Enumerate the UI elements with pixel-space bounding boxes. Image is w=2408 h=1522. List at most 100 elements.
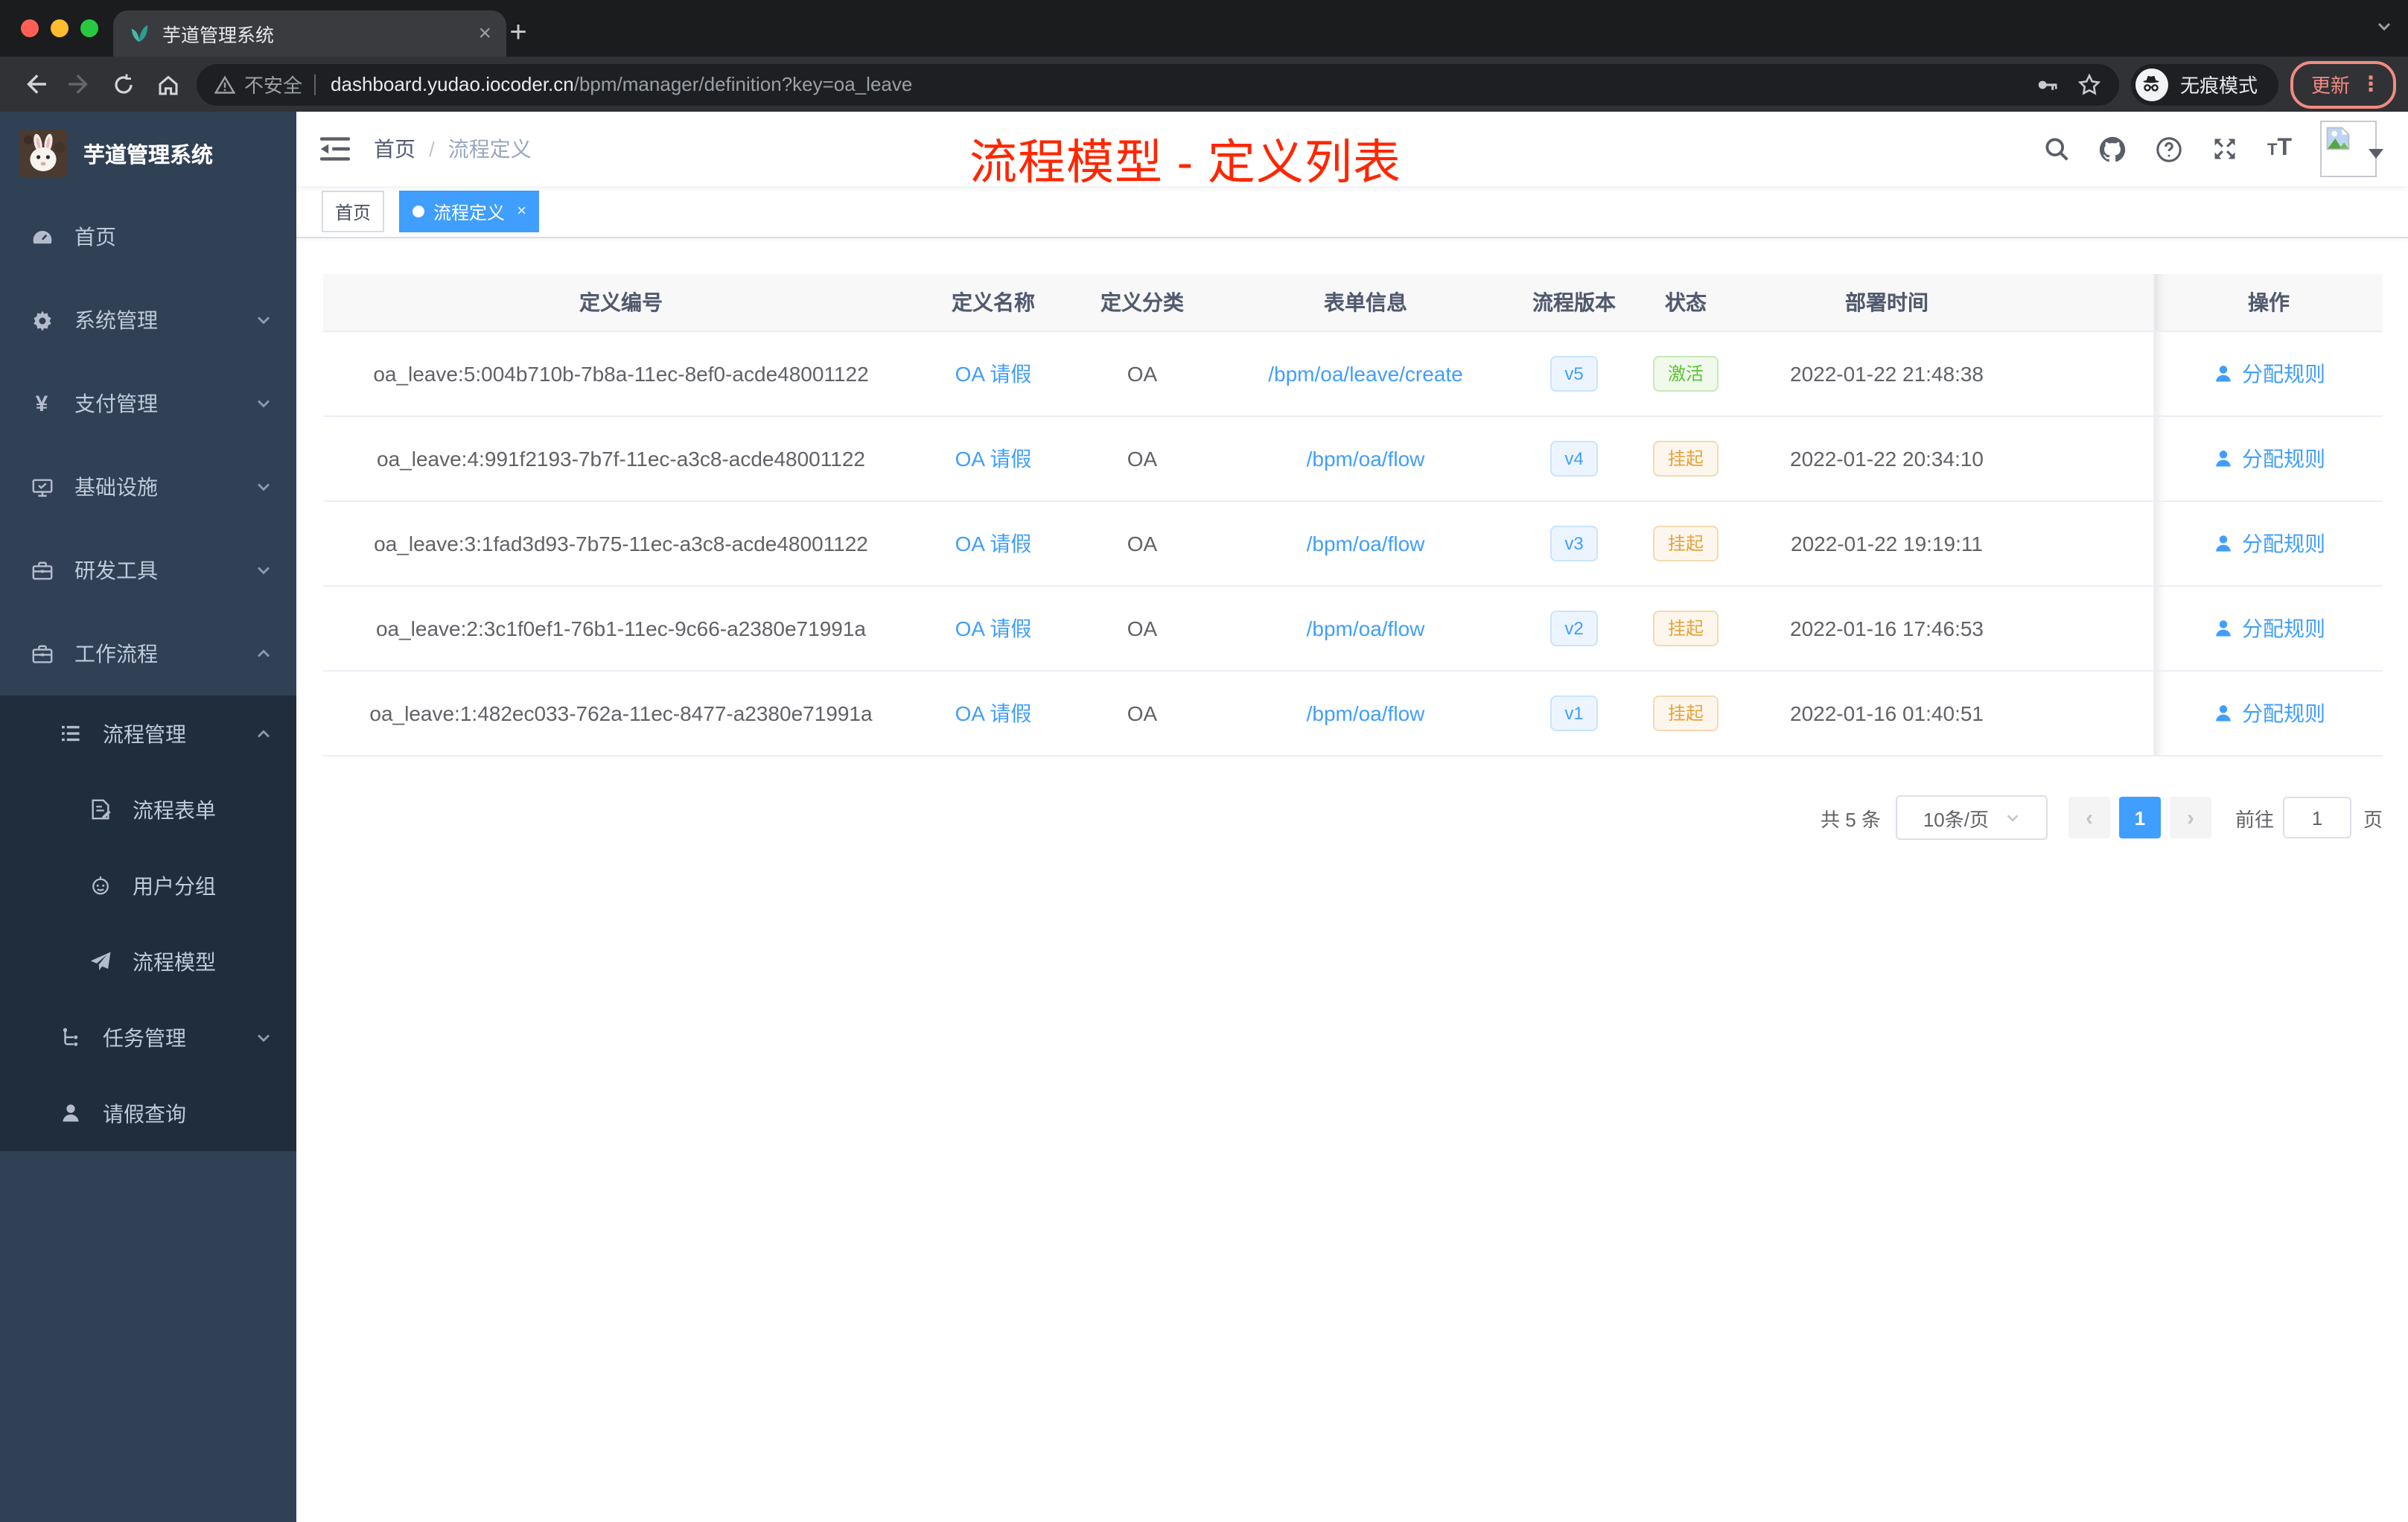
version-badge: v5 (1549, 355, 1599, 392)
sidebar-item-payment-mgmt[interactable]: ¥ 支付管理 (0, 362, 296, 445)
definition-name-link[interactable]: OA 请假 (955, 362, 1032, 386)
cell-deploy-time: 2022-01-22 21:48:38 (1738, 332, 2036, 417)
forward-button[interactable] (57, 62, 101, 106)
password-key-icon[interactable] (2036, 72, 2060, 96)
form-info-link[interactable]: /bpm/oa/flow (1307, 532, 1425, 555)
assign-rule-button[interactable]: 分配规则 (2212, 359, 2325, 389)
status-badge: 挂起 (1652, 525, 1719, 562)
column-header: 表单信息 (1217, 274, 1514, 332)
sidebar-item-dev-tools[interactable]: 研发工具 (0, 529, 296, 612)
assign-rule-button[interactable]: 分配规则 (2212, 698, 2325, 728)
github-icon[interactable] (2099, 135, 2127, 163)
toolbox-icon (30, 643, 54, 665)
cell-filler (2036, 587, 2153, 672)
sidebar-item-label: 系统管理 (74, 308, 158, 332)
window-close-button[interactable] (21, 19, 39, 37)
form-info-link[interactable]: /bpm/oa/flow (1307, 447, 1425, 471)
cell-version: v3 (1514, 502, 1634, 587)
window-zoom-button[interactable] (80, 19, 98, 37)
cell-definition-id: oa_leave:5:004b710b-7b8a-11ec-8ef0-acde4… (323, 332, 919, 417)
definition-name-link[interactable]: OA 请假 (955, 447, 1032, 471)
chrome-update-button[interactable]: 更新 ⋮ (2290, 60, 2396, 108)
update-label: 更新 (2310, 74, 2350, 97)
definition-table: 定义编号 定义名称 定义分类 表单信息 流程版本 状态 部署时间 操作 oa_leave:5:… (323, 274, 2383, 757)
cell-definition-id: oa_leave:3:1fad3d93-7b75-11ec-a3c8-acde4… (323, 502, 919, 587)
definition-name-link[interactable]: OA 请假 (955, 617, 1032, 640)
browser-menu-dots-icon[interactable]: ⋮ (2360, 71, 2381, 97)
tag-流程定义[interactable]: 流程定义 × (399, 191, 540, 232)
sidebar-item-task-mgmt[interactable]: 任务管理 (0, 999, 296, 1075)
sidebar: 芋道管理系统 首页系统管理 ¥ 支付管理基础设施研发工具工作流程 流程管理 流程表单用… (0, 112, 296, 1522)
definition-name-link[interactable]: OA 请假 (955, 701, 1032, 725)
form-info-link[interactable]: /bpm/oa/flow (1307, 617, 1425, 640)
assign-rule-button[interactable]: 分配规则 (2212, 444, 2325, 474)
tag-首页[interactable]: 首页 (322, 191, 385, 232)
tags-view-bar: 首页 流程定义 × (296, 186, 2408, 238)
sidebar-item-label: 首页 (74, 225, 116, 249)
goto-page-input[interactable]: 1 (2282, 797, 2351, 838)
breadcrumb-current: 流程定义 (447, 137, 532, 161)
tab-overview-chevron-icon[interactable] (2375, 18, 2393, 36)
search-icon[interactable] (2044, 136, 2071, 162)
sidebar-item-workflow[interactable]: 工作流程 (0, 612, 296, 695)
form-info-link[interactable]: /bpm/oa/flow (1307, 701, 1425, 725)
assign-rule-label: 分配规则 (2242, 532, 2325, 555)
tab-close-icon[interactable]: × (478, 21, 491, 46)
sidebar-item-system-mgmt[interactable]: 系统管理 (0, 278, 296, 362)
sidebar-item-home[interactable]: 首页 (0, 195, 296, 278)
assign-rule-label: 分配规则 (2242, 447, 2325, 471)
fullscreen-icon[interactable] (2212, 136, 2239, 162)
help-question-icon[interactable] (2156, 135, 2184, 163)
url-omnibox[interactable]: 不安全 dashboard.yudao.iocoder.cn /bpm/mana… (197, 63, 2119, 105)
user-icon (2212, 363, 2233, 384)
active-tag-dot (413, 206, 425, 217)
cell-category: OA (1068, 672, 1217, 757)
sidebar-item-label: 工作流程 (74, 642, 158, 666)
pagination-total: 共 5 条 (1821, 808, 1881, 830)
avatar-caret-down-icon[interactable] (2368, 147, 2384, 159)
tag-close-icon[interactable]: × (517, 203, 526, 220)
browser-tab[interactable]: 芋道管理系统 × (113, 10, 506, 57)
user-icon (2212, 533, 2233, 554)
goto-label: 前往 (2235, 808, 2274, 830)
sidebar-item-user-group[interactable]: 用户分组 (0, 847, 296, 923)
current-page-button[interactable]: 1 (2118, 797, 2161, 838)
definition-name-link[interactable]: OA 请假 (955, 532, 1032, 555)
form-icon (88, 798, 112, 821)
sidebar-item-process-mgmt[interactable]: 流程管理 (0, 695, 296, 771)
breadcrumb-home[interactable]: 首页 (374, 134, 415, 164)
cell-definition-name: OA 请假 (919, 502, 1068, 587)
version-badge: v1 (1549, 695, 1599, 732)
sidebar-item-process-model[interactable]: 流程模型 (0, 923, 296, 999)
reload-button[interactable] (101, 62, 146, 106)
sidebar-item-label: 基础设施 (74, 475, 158, 499)
window-minimize-button[interactable] (51, 19, 69, 37)
sidebar-item-infrastructure[interactable]: 基础设施 (0, 445, 296, 529)
sidebar-collapse-icon[interactable] (320, 136, 350, 162)
next-page-button[interactable]: › (2169, 797, 2211, 838)
cell-status: 挂起 (1634, 672, 1738, 757)
assign-rule-button[interactable]: 分配规则 (2212, 614, 2325, 643)
page-size-select[interactable]: 10条/页 (1895, 795, 2048, 840)
url-path: /bpm/manager/definition?key=oa_leave (573, 73, 913, 95)
table-row: oa_leave:3:1fad3d93-7b75-11ec-a3c8-acde4… (323, 502, 2383, 587)
app-logo[interactable]: 芋道管理系统 (0, 112, 296, 195)
sidebar-item-process-form[interactable]: 流程表单 (0, 771, 296, 847)
new-tab-button[interactable]: + (497, 12, 539, 54)
url-host: dashboard.yudao.iocoder.cn (331, 73, 574, 95)
table-row: oa_leave:5:004b710b-7b8a-11ec-8ef0-acde4… (323, 332, 2383, 417)
incognito-icon (2135, 68, 2168, 101)
cell-deploy-time: 2022-01-22 20:34:10 (1738, 417, 2036, 502)
cell-status: 挂起 (1634, 502, 1738, 587)
cell-definition-name: OA 请假 (919, 587, 1068, 672)
font-size-icon[interactable]: TT (2267, 136, 2292, 162)
assign-rule-button[interactable]: 分配规则 (2212, 529, 2325, 558)
bookmark-star-icon[interactable] (2077, 72, 2101, 96)
cell-form-info: /bpm/oa/flow (1217, 672, 1514, 757)
prev-page-button[interactable]: ‹ (2068, 797, 2110, 838)
sidebar-item-leave-query[interactable]: 请假查询 (0, 1075, 296, 1151)
column-header-actions: 操作 (2153, 274, 2383, 332)
form-info-link[interactable]: /bpm/oa/leave/create (1268, 362, 1463, 386)
back-button[interactable] (12, 62, 57, 106)
home-button[interactable] (146, 62, 191, 106)
